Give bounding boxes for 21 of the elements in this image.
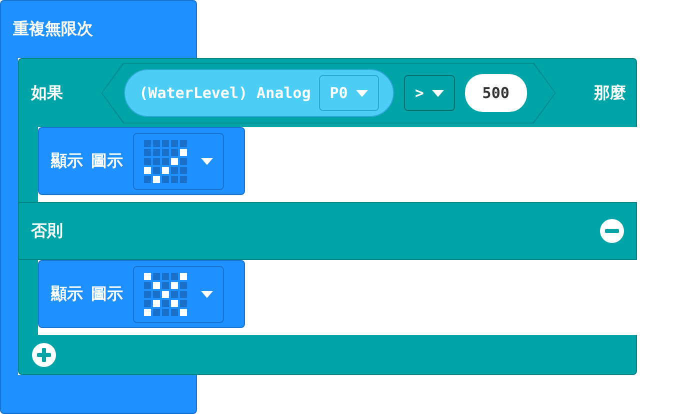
remove-icon[interactable] bbox=[599, 218, 625, 244]
pin-dropdown[interactable]: P0 bbox=[318, 75, 379, 111]
else-label: 否則 bbox=[31, 220, 63, 242]
if-label: 如果 bbox=[31, 82, 63, 104]
then-label: 那麼 bbox=[594, 82, 626, 104]
show-label: 顯示 bbox=[51, 284, 83, 304]
analog-read-block[interactable]: (WaterLevel) Analog P0 bbox=[124, 69, 394, 117]
caret-icon bbox=[201, 290, 213, 298]
caret-icon bbox=[432, 90, 444, 96]
icon-dropdown[interactable] bbox=[133, 132, 224, 190]
forever-label: 重複無限次 bbox=[13, 19, 93, 40]
caret-icon bbox=[201, 158, 213, 164]
show-label: 顯示 bbox=[51, 150, 83, 172]
value-field[interactable]: 500 bbox=[464, 74, 527, 112]
operator-dropdown[interactable]: > bbox=[404, 75, 455, 111]
sensor-label: (WaterLevel) Analog bbox=[139, 84, 311, 102]
icon-label: 圖示 bbox=[91, 284, 123, 304]
caret-icon bbox=[356, 90, 368, 96]
icon-label: 圖示 bbox=[91, 150, 123, 172]
add-icon[interactable] bbox=[31, 342, 57, 368]
icon-dropdown[interactable] bbox=[133, 266, 224, 322]
